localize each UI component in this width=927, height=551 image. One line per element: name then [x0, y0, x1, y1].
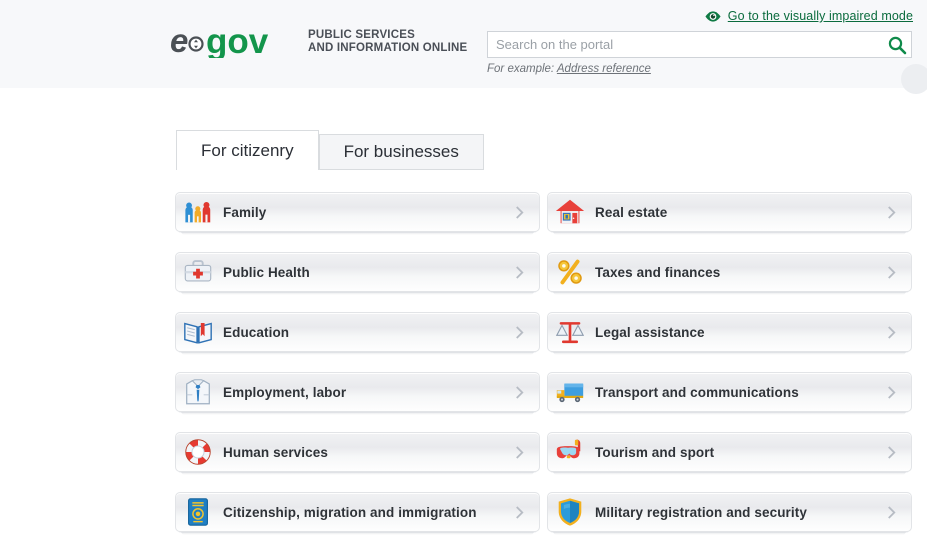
- tab-for-businesses-label: For businesses: [343, 142, 459, 161]
- category-employment-labor[interactable]: Employment, labor: [175, 372, 540, 415]
- visually-impaired-mode-link[interactable]: Go to the visually impaired mode: [704, 9, 913, 23]
- search-icon: [887, 36, 907, 58]
- chevron-right-icon: [514, 385, 525, 400]
- search-input[interactable]: [488, 32, 878, 57]
- egov-logo-icon: e gov: [170, 22, 298, 61]
- category-education-label: Education: [223, 324, 290, 340]
- search-box: [487, 31, 912, 58]
- tab-for-citizenry-label: For citizenry: [201, 140, 294, 160]
- chevron-right-icon: [886, 385, 897, 400]
- search-hint-prefix: For example:: [487, 63, 555, 75]
- chevron-right-icon: [514, 505, 525, 520]
- category-taxes-and-finances-label: Taxes and finances: [595, 264, 721, 280]
- diving-mask-icon: [553, 435, 587, 469]
- scales-icon: [553, 315, 587, 349]
- tab-for-businesses[interactable]: For businesses: [318, 134, 484, 170]
- category-public-health[interactable]: Public Health: [175, 252, 540, 295]
- eye-icon: [704, 10, 722, 23]
- svg-text:e: e: [170, 24, 188, 58]
- chevron-right-icon: [514, 205, 525, 220]
- visually-impaired-mode-label: Go to the visually impaired mode: [727, 9, 913, 23]
- category-citizenship-migration-immigration[interactable]: Citizenship, migration and immigration: [175, 492, 540, 535]
- logo-tagline-line1: PUBLIC SERVICES: [308, 28, 415, 41]
- category-family-label: Family: [223, 204, 267, 220]
- shield-icon: [553, 495, 587, 529]
- logo-tagline: PUBLIC SERVICES AND INFORMATION ONLINE: [308, 27, 467, 56]
- passport-icon: [181, 495, 215, 529]
- site-logo[interactable]: e gov PUBLIC SERVICES AND INFORMATION ON…: [170, 22, 467, 61]
- category-education[interactable]: Education: [175, 312, 540, 355]
- search-hint-link[interactable]: Address reference: [557, 63, 651, 75]
- chevron-right-icon: [514, 445, 525, 460]
- category-transport-and-communications-label: Transport and communications: [595, 384, 799, 400]
- shirt-tie-icon: [181, 375, 215, 409]
- category-taxes-and-finances[interactable]: Taxes and finances: [547, 252, 912, 295]
- category-legal-assistance[interactable]: Legal assistance: [547, 312, 912, 355]
- audience-tabs: For citizenry For businesses: [176, 130, 484, 170]
- family-icon: [181, 195, 215, 229]
- medical-bag-icon: [181, 255, 215, 289]
- category-transport-and-communications[interactable]: Transport and communications: [547, 372, 912, 415]
- search-submit-button[interactable]: [887, 35, 907, 55]
- category-employment-labor-label: Employment, labor: [223, 384, 347, 400]
- logo-tagline-line2: AND INFORMATION ONLINE: [308, 42, 468, 54]
- category-human-services[interactable]: Human services: [175, 432, 540, 475]
- percent-icon: [553, 255, 587, 289]
- category-real-estate-label: Real estate: [595, 204, 668, 220]
- search-example-hint: For example: Address reference: [487, 63, 912, 75]
- house-icon: [553, 195, 587, 229]
- search-area: For example: Address reference: [487, 31, 912, 75]
- category-family[interactable]: Family: [175, 192, 540, 235]
- chevron-right-icon: [886, 265, 897, 280]
- chevron-right-icon: [886, 505, 897, 520]
- open-book-icon: [181, 315, 215, 349]
- category-tourism-and-sport[interactable]: Tourism and sport: [547, 432, 912, 475]
- chevron-right-icon: [514, 265, 525, 280]
- category-tourism-and-sport-label: Tourism and sport: [595, 444, 715, 460]
- chevron-right-icon: [514, 325, 525, 340]
- truck-icon: [553, 375, 587, 409]
- category-human-services-label: Human services: [223, 444, 328, 460]
- category-military-registration-and-security-label: Military registration and security: [595, 504, 807, 520]
- tab-for-citizenry[interactable]: For citizenry: [176, 130, 319, 170]
- category-real-estate[interactable]: Real estate: [547, 192, 912, 235]
- lifebuoy-icon: [181, 435, 215, 469]
- decorative-circle: [901, 64, 927, 94]
- category-military-registration-and-security[interactable]: Military registration and security: [547, 492, 912, 535]
- category-citizenship-migration-immigration-label: Citizenship, migration and immigration: [223, 504, 477, 520]
- site-header: Go to the visually impaired mode e gov P…: [0, 0, 927, 94]
- svg-text:gov: gov: [206, 24, 269, 58]
- chevron-right-icon: [886, 205, 897, 220]
- chevron-right-icon: [886, 325, 897, 340]
- category-public-health-label: Public Health: [223, 264, 310, 280]
- chevron-right-icon: [886, 445, 897, 460]
- service-category-grid: Family Real estate Public Health Taxes a…: [175, 192, 912, 535]
- category-legal-assistance-label: Legal assistance: [595, 324, 705, 340]
